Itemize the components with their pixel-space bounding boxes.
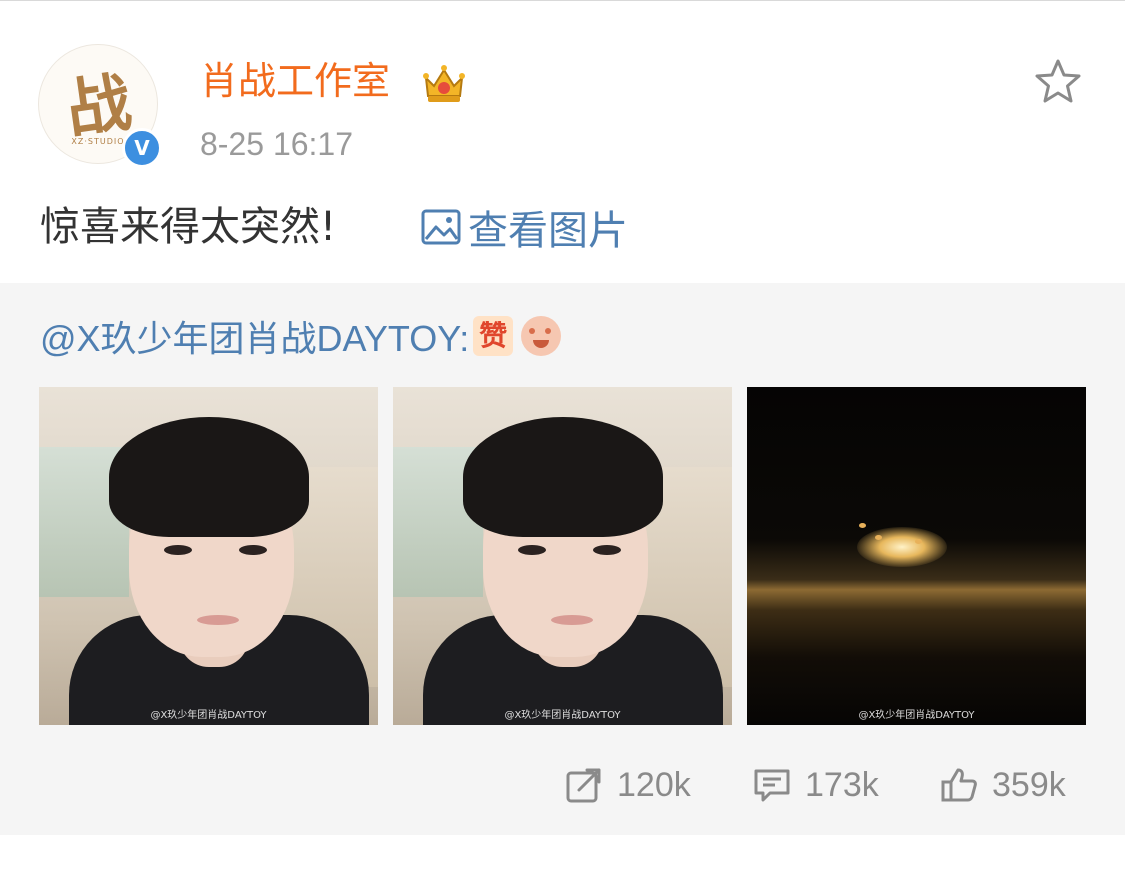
- top-divider: [0, 0, 1125, 1]
- view-images-label: 查看图片: [468, 208, 628, 254]
- author-name[interactable]: 肖战工作室: [200, 58, 390, 104]
- verified-badge-icon: V: [122, 128, 162, 168]
- crown-icon: [423, 65, 465, 102]
- repost-author[interactable]: @X玖少年团肖战DAYTOY:: [40, 310, 469, 362]
- photo-1[interactable]: @X玖少年团肖战DAYTOY: [39, 387, 378, 725]
- like-count: 359k: [992, 765, 1066, 804]
- repost-count: 120k: [617, 765, 691, 804]
- hair: [463, 417, 663, 537]
- headlight-glow: [857, 527, 947, 567]
- post-text: 惊喜来得太突然!: [40, 204, 337, 250]
- photo-watermark: @X玖少年团肖战DAYTOY: [504, 710, 621, 721]
- repost-button[interactable]: 120k: [565, 761, 691, 809]
- comment-button[interactable]: 173k: [753, 761, 879, 809]
- repost-icon: [566, 768, 601, 803]
- comment-icon: [754, 769, 790, 802]
- image-icon: [421, 209, 461, 245]
- view-images-link[interactable]: 查看图片: [420, 202, 628, 254]
- light-dot: [875, 535, 882, 540]
- lips: [551, 615, 593, 625]
- repost-block[interactable]: @X玖少年团肖战DAYTOY: 赞 @X玖少年团肖战DAYTOY @X玖少年团肖…: [0, 283, 1125, 835]
- like-button[interactable]: 359k: [940, 761, 1066, 809]
- eye-right: [593, 545, 621, 555]
- hair: [109, 417, 309, 537]
- comment-count: 173k: [805, 765, 879, 804]
- photo-watermark: @X玖少年团肖战DAYTOY: [858, 710, 975, 721]
- eye-left: [518, 545, 546, 555]
- like-icon: [941, 768, 977, 802]
- photo-2[interactable]: @X玖少年团肖战DAYTOY: [393, 387, 732, 725]
- photo-3[interactable]: @X玖少年团肖战DAYTOY: [747, 387, 1086, 725]
- star-icon[interactable]: [1032, 56, 1084, 108]
- eye-right: [239, 545, 267, 555]
- repost-header: @X玖少年团肖战DAYTOY: 赞: [40, 310, 562, 362]
- bottom-spacer: [0, 835, 1125, 879]
- lips: [197, 615, 239, 625]
- photo-watermark: @X玖少年团肖战DAYTOY: [150, 710, 267, 721]
- post-time: 8-25 16:17: [200, 126, 354, 162]
- face-emoji-icon: [521, 316, 562, 356]
- eye-left: [164, 545, 192, 555]
- zan-emoji-icon: 赞: [473, 316, 514, 356]
- light-dot: [915, 539, 922, 544]
- light-dot: [859, 523, 866, 528]
